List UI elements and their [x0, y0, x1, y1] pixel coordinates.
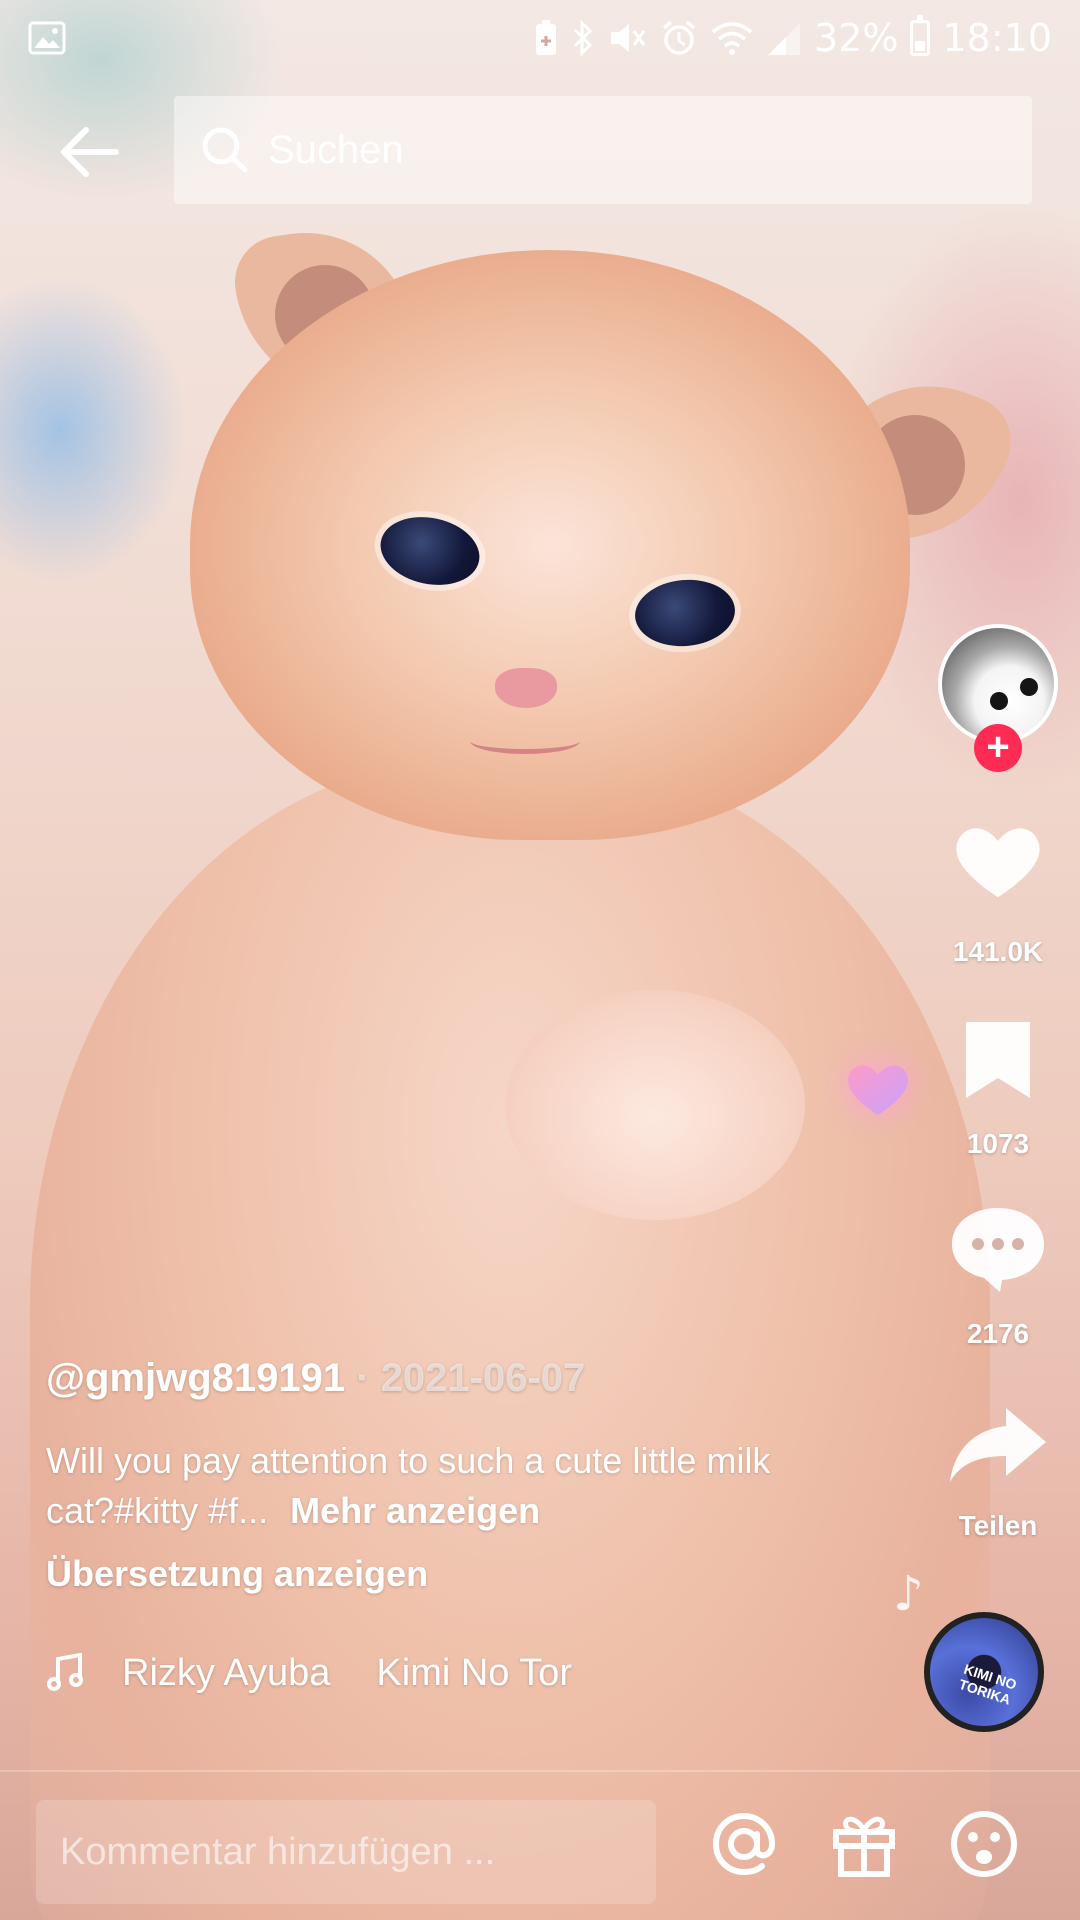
- avatar-eye: [990, 692, 1008, 710]
- show-more-link[interactable]: Mehr anzeigen: [290, 1490, 540, 1531]
- music-note-icon: [47, 1653, 83, 1691]
- battery-percent: 32%: [814, 16, 899, 60]
- search-placeholder: Suchen: [268, 127, 404, 172]
- translate-link[interactable]: Übersetzung anzeigen: [46, 1553, 428, 1595]
- floating-music-note-icon: ♪: [893, 1566, 924, 1622]
- comment-input[interactable]: Kommentar hinzufügen ...: [36, 1800, 656, 1904]
- share-button[interactable]: [946, 1404, 1050, 1486]
- back-button[interactable]: [58, 118, 158, 186]
- at-sign-icon: [712, 1812, 776, 1876]
- comment-bubble-icon: [952, 1208, 1044, 1292]
- share-label: Teilen: [958, 1510, 1038, 1541]
- share-arrow-icon: [950, 1408, 1046, 1482]
- gift-button[interactable]: [828, 1808, 900, 1880]
- kitten-nose: [495, 668, 557, 708]
- mute-icon: [611, 24, 646, 52]
- music-artist: Rizky Ayuba: [122, 1651, 331, 1694]
- search-icon: [202, 127, 248, 173]
- back-arrow-icon: [61, 127, 119, 177]
- heart-icon: [956, 828, 1040, 898]
- like-button[interactable]: [948, 822, 1048, 918]
- author-username[interactable]: @gmjwg819191: [46, 1356, 345, 1400]
- avatar-eye: [1020, 678, 1038, 696]
- comment-placeholder: Kommentar hinzufügen ...: [60, 1830, 496, 1873]
- kitten-body: [30, 760, 990, 1920]
- status-bar: 32% 18:10: [0, 0, 1080, 76]
- bookmark-button[interactable]: [962, 1018, 1034, 1102]
- author-line: @gmjwg819191 · 2021-06-07: [46, 1356, 585, 1401]
- search-input[interactable]: Suchen: [174, 96, 1032, 204]
- mention-button[interactable]: [708, 1808, 780, 1880]
- emoji-button[interactable]: [948, 1808, 1020, 1880]
- signal-icon: [768, 23, 801, 55]
- kitten-paw: [505, 990, 805, 1220]
- bookmark-icon: [966, 1022, 1030, 1098]
- battery-icon: [910, 15, 931, 56]
- comment-button[interactable]: [948, 1204, 1048, 1296]
- video-description: Will you pay attention to such a cute li…: [46, 1436, 806, 1536]
- music-disc[interactable]: KIMI NO TORIKA: [924, 1612, 1044, 1732]
- music-info[interactable]: Rizky Ayuba Kimi No Tor: [46, 1648, 606, 1698]
- bottom-divider: [0, 1770, 1080, 1772]
- like-count: 141.0K: [952, 936, 1044, 967]
- alarm-icon: [662, 20, 696, 55]
- gift-icon: [833, 1816, 895, 1877]
- floating-heart-icon: [848, 1065, 908, 1115]
- image-icon: [28, 21, 66, 55]
- comment-count: 2176: [966, 1318, 1030, 1349]
- follow-button[interactable]: +: [974, 724, 1022, 772]
- post-date: 2021-06-07: [380, 1356, 586, 1400]
- battery-saver-icon: [536, 20, 557, 55]
- music-disc-art: KIMI NO TORIKA: [956, 1660, 1019, 1708]
- music-title: Kimi No Tor: [376, 1651, 573, 1694]
- emoji-icon: [951, 1811, 1017, 1877]
- wifi-icon: [711, 22, 753, 55]
- date-separator: ·: [345, 1356, 381, 1400]
- kitten-mouth: [470, 728, 580, 754]
- bluetooth-icon: [573, 19, 593, 57]
- clock: 18:10: [942, 16, 1052, 60]
- bookmark-count: 1073: [966, 1128, 1030, 1159]
